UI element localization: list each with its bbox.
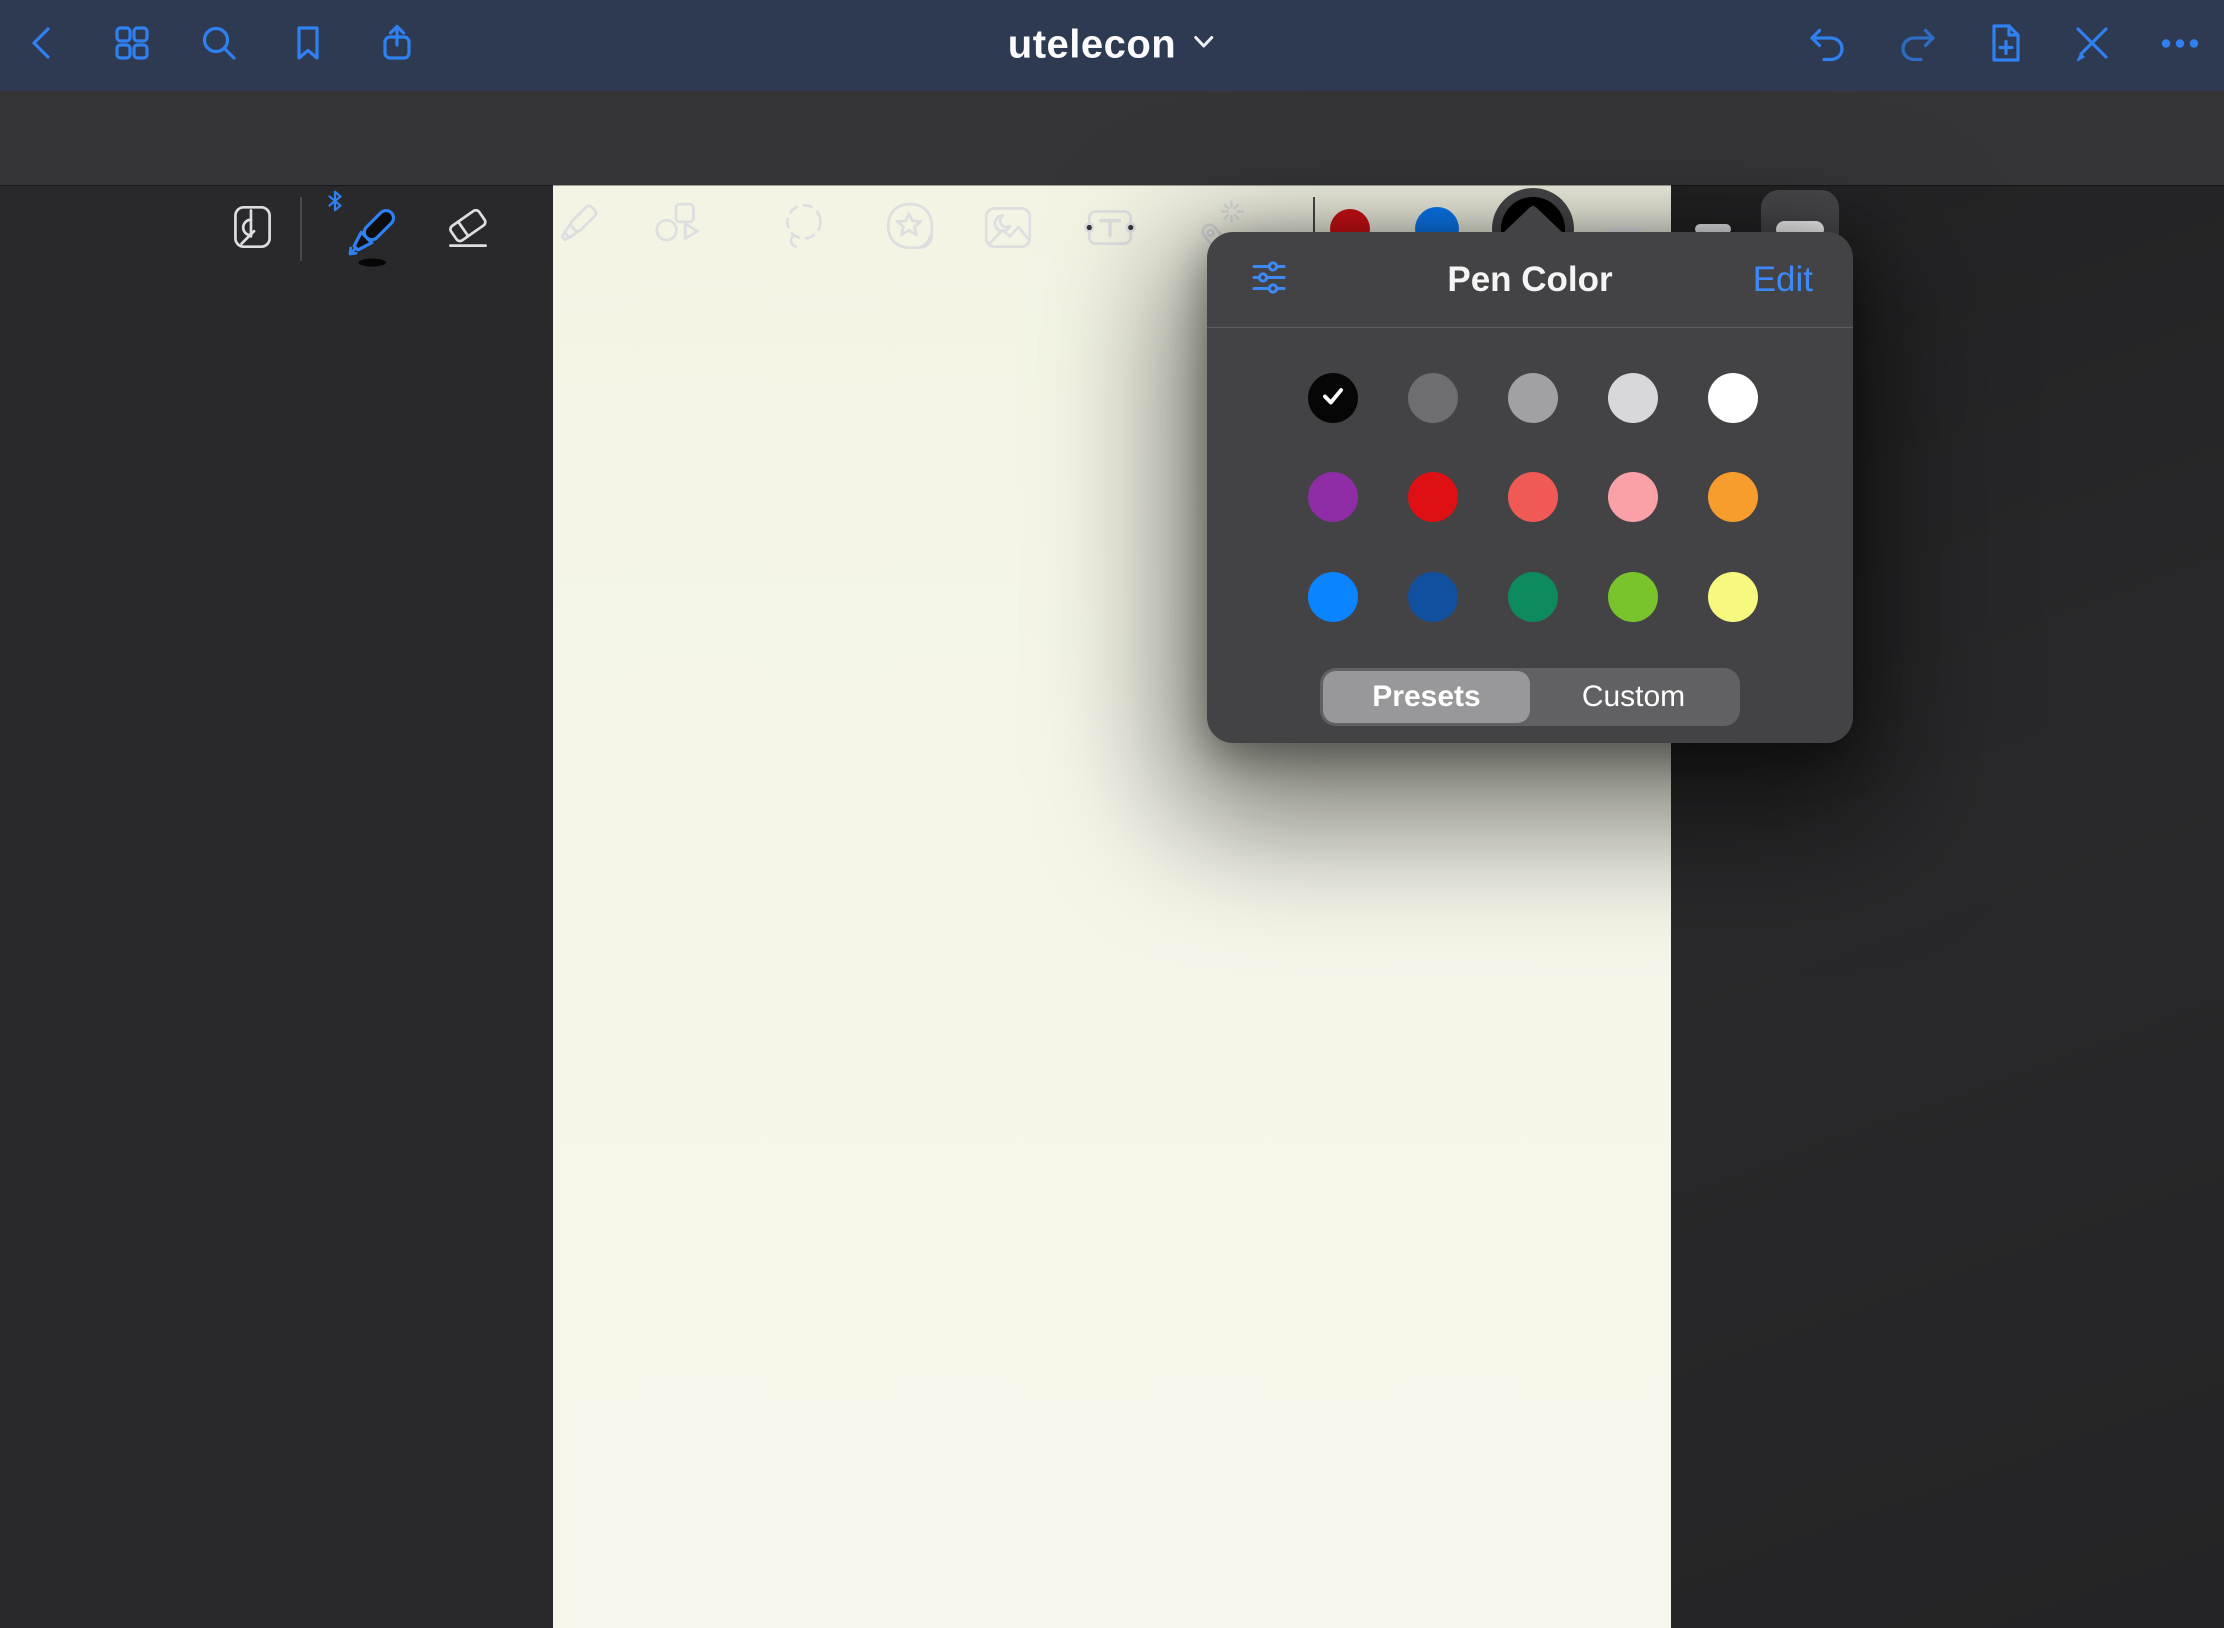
magnifier-icon: [196, 20, 242, 71]
swatch-gray[interactable]: [1508, 373, 1558, 423]
tab-presets[interactable]: Presets: [1323, 671, 1530, 723]
lasso-tool[interactable]: [773, 197, 837, 261]
document-plus-icon: [1982, 20, 2028, 71]
eraser-icon: [439, 198, 497, 261]
swatch-blue[interactable]: [1308, 572, 1358, 622]
shapes-tool[interactable]: [646, 197, 710, 261]
popover-title: Pen Color: [1447, 260, 1612, 300]
text-box-icon: [1081, 198, 1139, 261]
swatch-yellow[interactable]: [1708, 572, 1758, 622]
share-up-arrow-icon: [374, 20, 420, 71]
undo-arrow-icon: [1804, 20, 1850, 71]
share-button[interactable]: [369, 17, 425, 73]
zoom-window-tool[interactable]: [220, 197, 284, 261]
undo-button[interactable]: [1799, 17, 1855, 73]
stop-editing-button[interactable]: [2064, 17, 2120, 73]
swatch-red[interactable]: [1408, 472, 1458, 522]
pen-crossed-icon: [2069, 20, 2115, 71]
swatch-orange[interactable]: [1708, 472, 1758, 522]
pen-tool-selected[interactable]: [322, 188, 408, 274]
panel-icon: [223, 198, 281, 261]
star-sticker-icon: [881, 198, 939, 261]
pen-color-popover: Pen Color Edit Presets Custom: [1207, 232, 1853, 743]
document-title-button[interactable]: utelecon: [1008, 23, 1216, 68]
edit-button[interactable]: Edit: [1753, 260, 1813, 300]
swatch-green[interactable]: [1608, 572, 1658, 622]
bookmark-button[interactable]: [280, 17, 336, 73]
redo-button[interactable]: [1890, 17, 1946, 73]
tab-custom[interactable]: Custom: [1530, 671, 1737, 723]
top-navigation-bar: utelecon: [0, 0, 2224, 91]
swatch-dark-gray[interactable]: [1408, 373, 1458, 423]
bookmark-icon: [285, 20, 331, 71]
thickness-thin[interactable]: [1607, 227, 1641, 232]
image-tool[interactable]: [976, 197, 1040, 261]
grid-icon: [109, 20, 155, 71]
chevron-left-icon: [20, 20, 66, 71]
drawing-toolbar: [0, 91, 2224, 185]
highlighter-tool[interactable]: [543, 197, 607, 261]
swatch-light-gray[interactable]: [1608, 373, 1658, 423]
stickers-tool[interactable]: [878, 197, 942, 261]
sliders-icon: [1249, 284, 1289, 301]
add-page-button[interactable]: [1977, 17, 2033, 73]
shapes-icon: [649, 198, 707, 261]
photo-icon: [979, 198, 1037, 261]
presets-custom-segmented-control: Presets Custom: [1320, 668, 1740, 726]
check-icon: [1319, 382, 1347, 415]
pen-settings-button[interactable]: [1249, 257, 1289, 302]
ellipsis-icon: [2157, 20, 2203, 71]
highlighter-icon: [546, 198, 604, 261]
swatch-coral-red[interactable]: [1508, 472, 1558, 522]
toolbar-separator: [300, 197, 302, 261]
swatch-white[interactable]: [1708, 373, 1758, 423]
swatch-dark-blue[interactable]: [1408, 572, 1458, 622]
chevron-down-icon: [1192, 35, 1216, 56]
swatch-black-selected[interactable]: [1308, 373, 1358, 423]
swatch-teal-green[interactable]: [1508, 572, 1558, 622]
lasso-icon: [776, 198, 834, 261]
redo-arrow-icon: [1895, 20, 1941, 71]
swatch-pink[interactable]: [1608, 472, 1658, 522]
search-button[interactable]: [191, 17, 247, 73]
fountain-pen-icon: [334, 202, 402, 275]
pages-overview-button[interactable]: [104, 17, 160, 73]
back-button[interactable]: [15, 17, 71, 73]
eraser-tool[interactable]: [436, 197, 500, 261]
more-button[interactable]: [2152, 17, 2208, 73]
text-tool[interactable]: [1078, 197, 1142, 261]
swatch-purple[interactable]: [1308, 472, 1358, 522]
document-title: utelecon: [1008, 23, 1176, 68]
popover-header: Pen Color Edit: [1207, 232, 1853, 328]
app-screen: utelecon: [0, 0, 2224, 1628]
